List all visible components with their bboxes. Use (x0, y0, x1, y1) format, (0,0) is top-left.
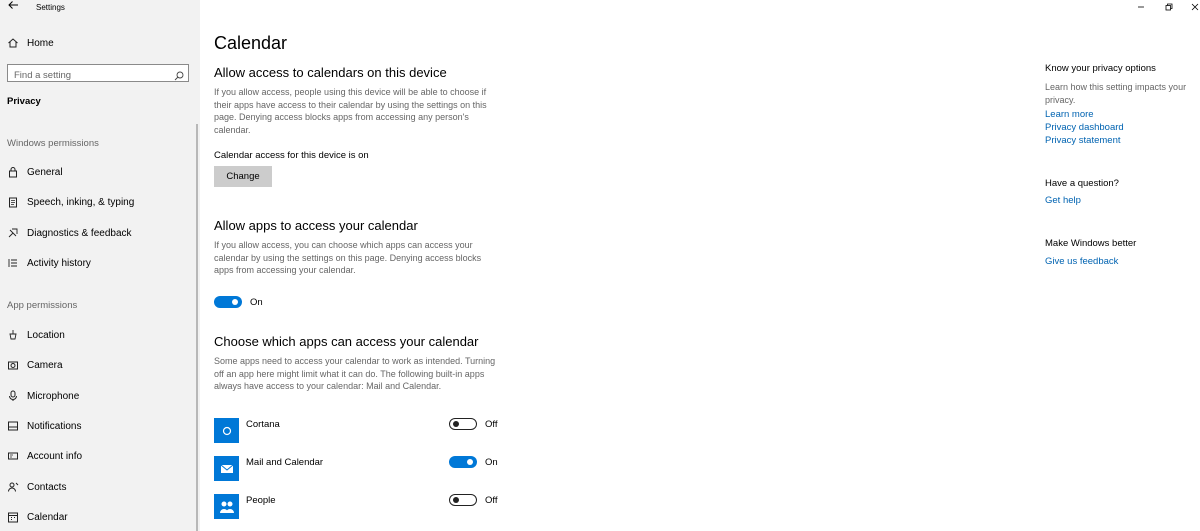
windows-permissions-heading: Windows permissions (7, 138, 99, 149)
feedback-link[interactable]: Give us feedback (1045, 256, 1118, 267)
clipboard-icon (7, 196, 19, 208)
privacy-options-heading: Know your privacy options (1045, 63, 1156, 74)
mail-icon (214, 456, 239, 481)
sidebar-item-calendar[interactable]: Calendar (7, 509, 68, 525)
choose-apps-heading: Choose which apps can access your calend… (214, 334, 479, 349)
app-name-mail-calendar: Mail and Calendar (246, 457, 324, 468)
people-icon (214, 494, 239, 519)
nav-home[interactable]: Home (7, 35, 54, 51)
sidebar-item-label: Contacts (27, 481, 67, 493)
search-input[interactable] (8, 67, 168, 84)
window-title: Settings (36, 3, 65, 12)
learn-more-link[interactable]: Learn more (1045, 109, 1094, 120)
sidebar-item-activity-history[interactable]: Activity history (7, 255, 91, 271)
app-name-people: People (246, 495, 276, 506)
device-access-status: Calendar access for this device is on (214, 150, 369, 161)
nav-home-label: Home (27, 37, 54, 49)
mail-calendar-toggle[interactable] (449, 456, 477, 468)
cortana-toggle[interactable] (449, 418, 477, 430)
sidebar-item-label: Microphone (27, 390, 80, 402)
title-bar: Settings (0, 0, 200, 16)
sidebar-item-label: Notifications (27, 420, 82, 432)
people-toggle[interactable] (449, 494, 477, 506)
sidebar-item-location[interactable]: Location (7, 327, 65, 343)
account-icon (7, 450, 19, 462)
sidebar-item-label: General (27, 166, 63, 178)
history-icon (7, 257, 19, 269)
sidebar-item-contacts[interactable]: Contacts (7, 479, 66, 495)
restore-icon[interactable] (1163, 1, 1175, 13)
sidebar-item-general[interactable]: General (7, 164, 63, 180)
page-title: Calendar (214, 33, 288, 53)
apps-access-description: If you allow access, you can choose whic… (214, 240, 482, 275)
diagnostics-icon (7, 227, 19, 239)
cortana-toggle-label: Off (485, 419, 498, 430)
sidebar-item-diagnostics[interactable]: Diagnostics & feedback (7, 225, 132, 241)
toggle-knob (232, 299, 238, 305)
sidebar-item-label: Camera (27, 359, 63, 371)
change-button[interactable]: Change (214, 166, 272, 187)
sidebar-item-label: Diagnostics & feedback (27, 227, 132, 239)
search-box[interactable] (7, 64, 189, 84)
apps-access-toggle-label: On (250, 297, 263, 308)
privacy-heading: Privacy (7, 96, 41, 107)
notifications-icon (7, 420, 19, 432)
sidebar-item-account-info[interactable]: Account info (7, 448, 82, 464)
minimize-icon[interactable] (1135, 1, 1147, 13)
toggle-knob (467, 459, 473, 465)
microphone-icon (7, 390, 19, 402)
lock-icon (7, 166, 19, 178)
location-icon (7, 329, 19, 341)
sidebar: Settings Home Privacy Windows permission… (0, 0, 200, 531)
app-permissions-heading: App permissions (7, 300, 78, 311)
sidebar-item-camera[interactable]: Camera (7, 357, 63, 373)
sidebar-scrollbar[interactable] (196, 124, 198, 531)
question-heading: Have a question? (1045, 178, 1119, 189)
toggle-knob (452, 420, 459, 427)
toggle-knob (452, 496, 459, 503)
choose-apps-description: Some apps need to access your calendar t… (214, 356, 496, 391)
contacts-icon (7, 481, 19, 493)
device-access-heading: Allow access to calendars on this device (214, 65, 447, 80)
make-windows-better-heading: Make Windows better (1045, 238, 1137, 249)
sidebar-item-label: Location (27, 329, 65, 341)
privacy-statement-link[interactable]: Privacy statement (1045, 135, 1121, 146)
camera-icon (7, 359, 19, 371)
mail-calendar-toggle-label: On (485, 457, 498, 468)
sidebar-item-microphone[interactable]: Microphone (7, 388, 79, 404)
calendar-icon (7, 511, 19, 523)
privacy-options-description: Learn how this setting impacts your priv… (1045, 82, 1187, 105)
apps-access-toggle[interactable] (214, 296, 242, 308)
device-access-description: If you allow access, people using this d… (214, 87, 487, 135)
sidebar-item-label: Account info (27, 450, 83, 462)
back-arrow-icon[interactable] (7, 0, 21, 13)
sidebar-item-label: Speech, inking, & typing (27, 196, 135, 208)
home-icon (7, 37, 19, 49)
cortana-icon (214, 418, 239, 443)
sidebar-item-notifications[interactable]: Notifications (7, 418, 81, 434)
sidebar-item-label: Calendar (27, 511, 68, 523)
sidebar-item-label: Activity history (27, 257, 91, 269)
close-icon[interactable] (1189, 1, 1200, 13)
search-icon[interactable] (174, 68, 184, 81)
privacy-dashboard-link[interactable]: Privacy dashboard (1045, 122, 1124, 133)
sidebar-item-speech[interactable]: Speech, inking, & typing (7, 194, 134, 210)
app-name-cortana: Cortana (246, 419, 280, 430)
apps-access-heading: Allow apps to access your calendar (214, 218, 418, 233)
people-toggle-label: Off (485, 495, 498, 506)
get-help-link[interactable]: Get help (1045, 195, 1081, 206)
